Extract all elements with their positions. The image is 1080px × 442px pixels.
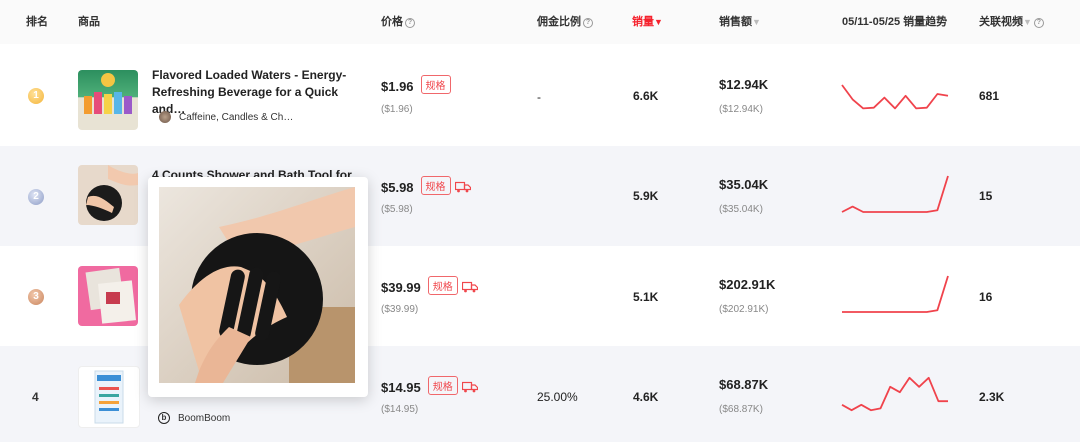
related-videos[interactable]: 16 [979,290,992,304]
revenue: $202.91K [719,277,776,292]
shop-link[interactable]: Caffeine, Candles & Ch… [159,111,293,123]
bath-mitt-product-icon[interactable] [78,165,138,225]
revenue-sub: ($35.04K) [719,204,763,215]
price: $1.96 [381,79,414,94]
sales: 5.1K [633,290,659,304]
price-sub: ($1.96) [381,104,413,115]
sales: 5.9K [633,189,659,203]
sales-trend-sparkline[interactable] [840,74,950,118]
table-row[interactable]: 1 Flavored Loaded Waters - Energy-Refres… [0,46,1080,146]
header-videos-label: 关联视频 [979,16,1023,28]
sales: 6.6K [633,89,659,103]
sales-trend-sparkline[interactable] [840,274,950,318]
price-block: $14.95 规格 [381,376,478,398]
commission: 25.00% [537,390,578,404]
pouch-product-icon[interactable] [78,366,140,428]
help-icon[interactable]: ? [583,18,593,28]
delivery-truck-icon[interactable] [461,280,478,298]
price-sub: ($14.95) [381,404,419,415]
commission: - [537,90,541,104]
header-commission[interactable]: 佣金比例? [537,0,593,44]
sales-trend-sparkline[interactable] [840,174,950,218]
rank-medal-silver: 2 [28,189,44,205]
table-header: 排名 商品 价格? 佣金比例? 销量▼ 销售额▼ 05/11-05/25 销量趋… [0,0,1080,44]
shop-name: Caffeine, Candles & Ch… [179,111,294,123]
header-videos-sort[interactable]: 关联视频▼? [979,0,1044,44]
help-icon[interactable]: ? [405,18,415,28]
sparkline-path [842,275,949,313]
spec-badge[interactable]: 规格 [420,176,451,195]
related-videos[interactable]: 2.3K [979,390,1004,404]
sort-desc-icon: ▼ [654,17,663,27]
price-block: $1.96 规格 [381,75,451,96]
related-videos[interactable]: 681 [979,89,999,103]
revenue: $35.04K [719,177,769,192]
header-trend: 05/11-05/25 销量趋势 [842,16,948,28]
product-image-preview [148,177,368,397]
bath-mitt-preview-icon [159,187,355,383]
header-rank: 排名 [26,16,48,28]
revenue: $68.87K [719,377,769,392]
header-sales-label: 销量 [632,16,654,28]
price: $5.98 [381,180,414,195]
related-videos[interactable]: 15 [979,189,992,203]
header-price[interactable]: 价格? [381,0,415,44]
price-block: $39.99 规格 [381,276,478,298]
rank-number: 4 [32,390,39,404]
price: $14.95 [381,380,421,395]
help-icon[interactable]: ? [1033,18,1044,28]
rank-medal-bronze: 3 [28,289,44,305]
sort-icon: ▼ [752,17,761,27]
shop-avatar-icon [159,111,171,123]
price: $39.99 [381,280,421,295]
header-product: 商品 [78,16,100,28]
revenue-sub: ($68.87K) [719,404,763,415]
delivery-truck-icon[interactable] [461,380,478,398]
spec-badge[interactable]: 规格 [420,75,451,94]
box-product-icon[interactable] [78,266,138,326]
header-price-label: 价格 [381,16,403,28]
sparkline-path [841,376,948,412]
revenue: $12.94K [719,77,769,92]
revenue-sub: ($202.91K) [719,304,769,315]
sparkline-path [841,84,949,110]
drinks-product-icon[interactable] [78,70,138,130]
sales: 4.6K [633,390,659,404]
header-revenue-label: 销售额 [719,16,752,28]
shop-logo-icon: b [158,412,170,424]
delivery-truck-icon[interactable] [454,180,471,198]
spec-badge[interactable]: 规格 [427,276,458,295]
price-sub: ($39.99) [381,304,419,315]
sort-icon: ▼ [1023,17,1032,27]
header-sales-sort[interactable]: 销量▼ [632,0,663,44]
header-commission-label: 佣金比例 [537,16,581,28]
shop-name: BoomBoom [178,412,231,424]
price-block: $5.98 规格 [381,176,471,198]
price-sub: ($5.98) [381,204,413,215]
revenue-sub: ($12.94K) [719,104,763,115]
rank-medal-gold: 1 [28,88,44,104]
header-revenue-sort[interactable]: 销售额▼ [719,0,761,44]
spec-badge[interactable]: 规格 [427,376,458,395]
sales-trend-sparkline[interactable] [840,374,950,418]
sparkline-path [841,175,949,213]
shop-link[interactable]: b BoomBoom [158,412,230,424]
